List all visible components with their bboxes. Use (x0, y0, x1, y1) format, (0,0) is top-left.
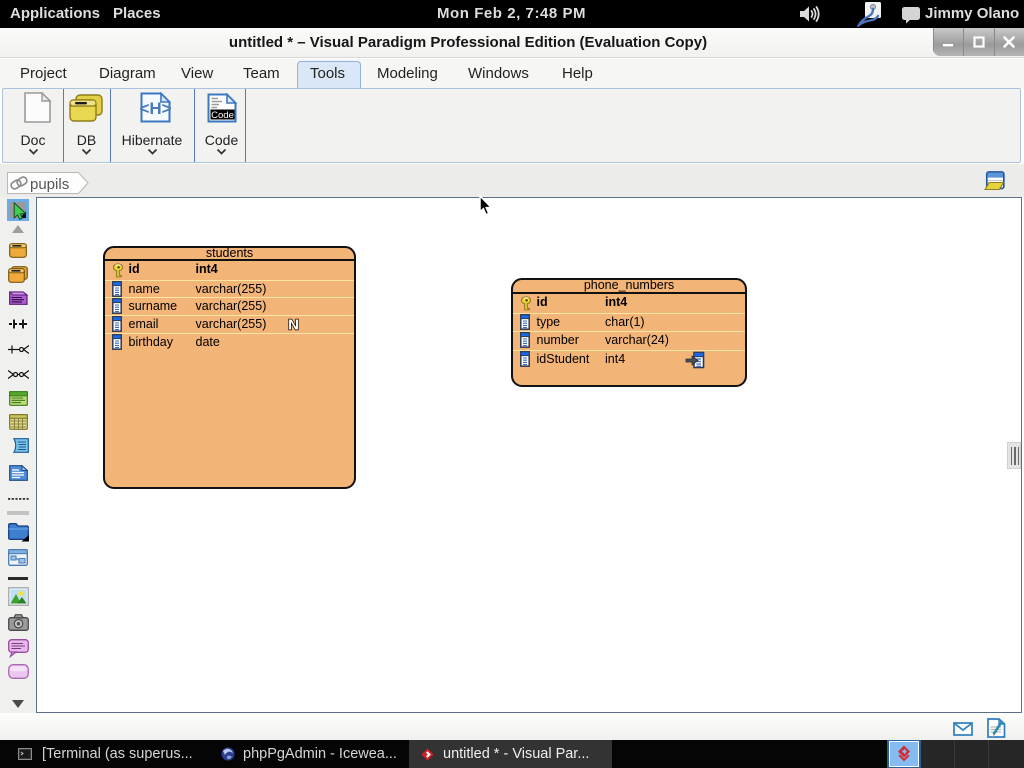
svg-text:Code: Code (211, 110, 234, 121)
svg-text:N: N (288, 316, 299, 332)
svg-text:<H>: <H> (140, 99, 171, 118)
